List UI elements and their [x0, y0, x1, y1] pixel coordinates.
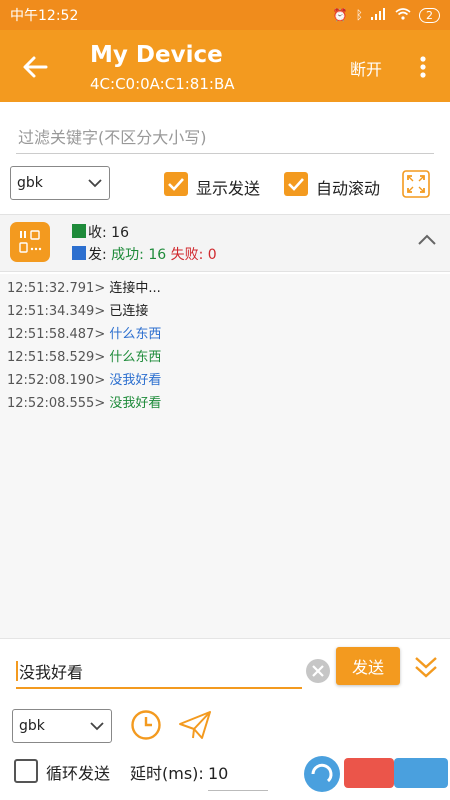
send-button[interactable]: 发送	[336, 647, 400, 685]
clock-icon[interactable]	[130, 709, 162, 741]
log-timestamp: 12:51:32.791>	[7, 281, 106, 296]
app-bar: My Device 4C:C0:0A:C1:81:BA 断开	[0, 30, 450, 102]
alarm-icon: ⏰	[332, 8, 348, 22]
log-line: 12:51:58.487> 什么东西	[7, 323, 161, 342]
bluetooth-icon: ᛒ	[355, 8, 363, 22]
log-line: 12:52:08.555> 没我好看	[7, 392, 161, 411]
loop-send-checkbox[interactable]	[14, 759, 38, 783]
received-count: 16	[111, 225, 129, 241]
send-encoding-value: gbk	[19, 718, 45, 734]
log-text: 没我好看	[109, 373, 162, 388]
chevron-down-icon	[88, 179, 102, 188]
sent-color-square	[72, 246, 86, 260]
signal-icon	[371, 7, 387, 23]
log-area[interactable]: 12:51:32.791> 连接中... 12:51:34.349> 已连接 1…	[0, 274, 450, 638]
send-input[interactable]: 没我好看	[16, 655, 302, 689]
status-bar: 中午12:52 ⏰ ᛒ 2	[0, 0, 450, 30]
site-watermark-logo	[304, 756, 448, 792]
auto-scroll-checkbox[interactable]	[284, 172, 308, 196]
status-time: 中午12:52	[10, 8, 79, 24]
checkmark-icon	[168, 178, 184, 191]
log-timestamp: 12:51:58.487>	[7, 327, 106, 342]
success-label: 成功:	[111, 247, 144, 263]
receive-encoding-select[interactable]: gbk	[10, 166, 110, 200]
disconnect-button[interactable]: 断开	[350, 56, 382, 80]
clear-input-button[interactable]	[306, 659, 330, 683]
close-icon	[312, 665, 324, 677]
sent-label: 发:	[88, 247, 107, 263]
received-label: 收:	[88, 225, 107, 241]
log-line: 12:51:58.529> 什么东西	[7, 346, 161, 365]
fail-count: 0	[207, 247, 217, 263]
received-color-square	[72, 224, 86, 238]
log-timestamp: 12:51:34.349>	[7, 304, 106, 319]
fullscreen-icon[interactable]	[402, 170, 430, 198]
delay-label: 延时(ms):	[130, 764, 204, 783]
chevron-up-icon[interactable]	[416, 229, 438, 251]
auto-scroll-label: 自动滚动	[316, 179, 381, 198]
success-count: 16	[148, 247, 167, 263]
log-line: 12:51:32.791> 连接中...	[7, 277, 161, 296]
battery-indicator: 2	[419, 7, 440, 23]
clear-log-button[interactable]	[10, 222, 50, 262]
paper-plane-icon[interactable]	[178, 709, 212, 741]
chevron-down-icon	[90, 722, 104, 731]
log-timestamp: 12:52:08.555>	[7, 396, 106, 411]
log-timestamp: 12:52:08.190>	[7, 373, 106, 388]
checkmark-icon	[288, 178, 304, 191]
log-line: 12:52:08.190> 没我好看	[7, 369, 161, 388]
show-send-label: 显示发送	[196, 179, 261, 198]
log-text: 已连接	[109, 304, 149, 319]
back-arrow-icon[interactable]	[20, 52, 50, 82]
send-input-value: 没我好看	[19, 663, 84, 682]
filter-input[interactable]: 过滤关键字(不区分大小写)	[16, 118, 434, 154]
stats-panel: 收: 16 发: 成功: 16 失败: 0	[0, 214, 450, 272]
more-options-icon[interactable]	[414, 52, 432, 82]
received-stat: 收: 16	[88, 222, 129, 242]
delay-input[interactable]: 10	[208, 757, 268, 791]
log-text: 什么东西	[109, 350, 162, 365]
loop-send-label: 循环发送	[46, 764, 111, 783]
log-text: 连接中...	[109, 281, 161, 296]
show-send-checkbox[interactable]	[164, 172, 188, 196]
pause-clear-icon	[19, 230, 42, 253]
fail-label: 失败:	[170, 247, 204, 263]
text-cursor	[16, 661, 18, 681]
device-title: My Device	[90, 42, 223, 68]
receive-encoding-value: gbk	[17, 175, 43, 191]
wifi-icon	[395, 7, 411, 23]
device-mac-address: 4C:C0:0A:C1:81:BA	[90, 75, 235, 93]
sent-stat: 发: 成功: 16 失败: 0	[88, 244, 217, 264]
delay-value: 10	[208, 764, 229, 783]
send-encoding-select[interactable]: gbk	[12, 709, 112, 743]
status-icons: ⏰ ᛒ 2	[332, 7, 440, 23]
log-line: 12:51:34.349> 已连接	[7, 300, 148, 319]
log-text: 没我好看	[109, 396, 162, 411]
log-timestamp: 12:51:58.529>	[7, 350, 106, 365]
log-text: 什么东西	[109, 327, 162, 342]
double-chevron-down-icon[interactable]	[412, 653, 440, 681]
